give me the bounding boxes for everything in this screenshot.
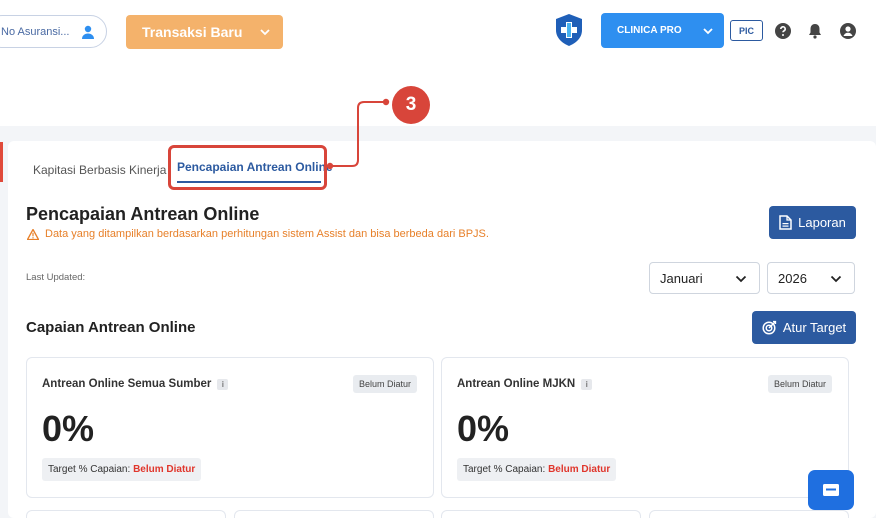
chat-icon <box>823 484 839 496</box>
target-icon <box>762 320 776 335</box>
warning-icon <box>27 228 39 240</box>
stat-card-title-text: Antrean Online MJKN <box>457 378 576 390</box>
month-select[interactable]: Januari <box>649 262 760 294</box>
target-capaian: Target % Capaian: Belum Diatur <box>42 458 202 481</box>
target-capaian: Target % Capaian: Belum Diatur <box>457 458 617 481</box>
laporan-button[interactable]: Laporan <box>769 206 856 239</box>
partial-card <box>441 510 641 518</box>
transaksi-baru-label: Transaksi Baru <box>142 24 243 40</box>
atur-target-label: Atur Target <box>782 320 847 335</box>
callout-highlight-frame <box>168 145 327 190</box>
pic-button[interactable]: PIC <box>730 20 763 41</box>
chevron-down-icon <box>735 275 747 283</box>
bell-icon[interactable] <box>806 22 824 40</box>
account-icon[interactable] <box>839 22 857 40</box>
status-badge: Belum Diatur <box>767 375 832 393</box>
year-value: 2026 <box>778 270 807 286</box>
target-label: Target % Capaian: <box>463 464 546 475</box>
top-bar: No Asuransi... Transaksi Baru CLINICA PR… <box>0 0 876 64</box>
stat-card-semua-sumber: Antrean Online Semua Sumber i Belum Diat… <box>26 357 434 498</box>
target-value: Belum Diatur <box>548 464 611 475</box>
target-label: Target % Capaian: <box>48 464 131 475</box>
partial-card <box>234 510 434 518</box>
stat-card-title: Antrean Online MJKN i <box>457 378 593 390</box>
stat-value: 0% <box>457 408 510 449</box>
insurance-search-placeholder: No Asuransi... <box>1 25 70 38</box>
status-badge: Belum Diatur <box>352 375 417 393</box>
stat-card-title: Antrean Online Semua Sumber i <box>42 378 229 390</box>
document-icon <box>779 215 792 230</box>
help-icon[interactable] <box>774 22 792 40</box>
stat-value: 0% <box>42 408 95 449</box>
chevron-down-icon <box>703 28 713 35</box>
year-select[interactable]: 2026 <box>767 262 855 294</box>
user-icon <box>82 25 94 39</box>
info-icon[interactable]: i <box>581 378 593 390</box>
tab-kapitasi-berbasis-kinerja[interactable]: Kapitasi Berbasis Kinerja <box>33 163 166 177</box>
last-updated-label: Last Updated: <box>26 272 86 283</box>
insurance-search-input[interactable]: No Asuransi... <box>0 15 107 48</box>
section-title: Capaian Antrean Online <box>26 319 196 336</box>
chat-widget-button[interactable] <box>808 470 854 510</box>
month-value: Januari <box>660 270 703 286</box>
partial-card <box>26 510 226 518</box>
warning-message: Data yang ditampilkan berdasarkan perhit… <box>27 228 489 240</box>
bpjs-shield-icon <box>556 14 582 46</box>
tab-bar: Kapitasi Berbasis Kinerja <box>33 152 176 188</box>
clinic-selector-button[interactable]: CLINICA PRO <box>601 13 724 48</box>
stat-card-title-text: Antrean Online Semua Sumber <box>42 378 212 390</box>
laporan-label: Laporan <box>798 215 846 230</box>
transaksi-baru-button[interactable]: Transaksi Baru <box>126 15 283 49</box>
page-title: Pencapaian Antrean Online <box>26 204 260 224</box>
chevron-down-icon <box>830 275 842 283</box>
chevron-down-icon <box>260 29 270 36</box>
info-icon[interactable]: i <box>217 378 229 390</box>
callout-step-badge: 3 <box>392 86 430 124</box>
partial-card <box>649 510 849 518</box>
sidebar-accent <box>0 142 3 182</box>
warning-text: Data yang ditampilkan berdasarkan perhit… <box>45 228 489 240</box>
clinic-label: CLINICA PRO <box>617 25 682 36</box>
stat-card-mjkn: Antrean Online MJKN i Belum Diatur 0% Ta… <box>441 357 849 498</box>
target-value: Belum Diatur <box>133 464 196 475</box>
atur-target-button[interactable]: Atur Target <box>752 311 856 344</box>
